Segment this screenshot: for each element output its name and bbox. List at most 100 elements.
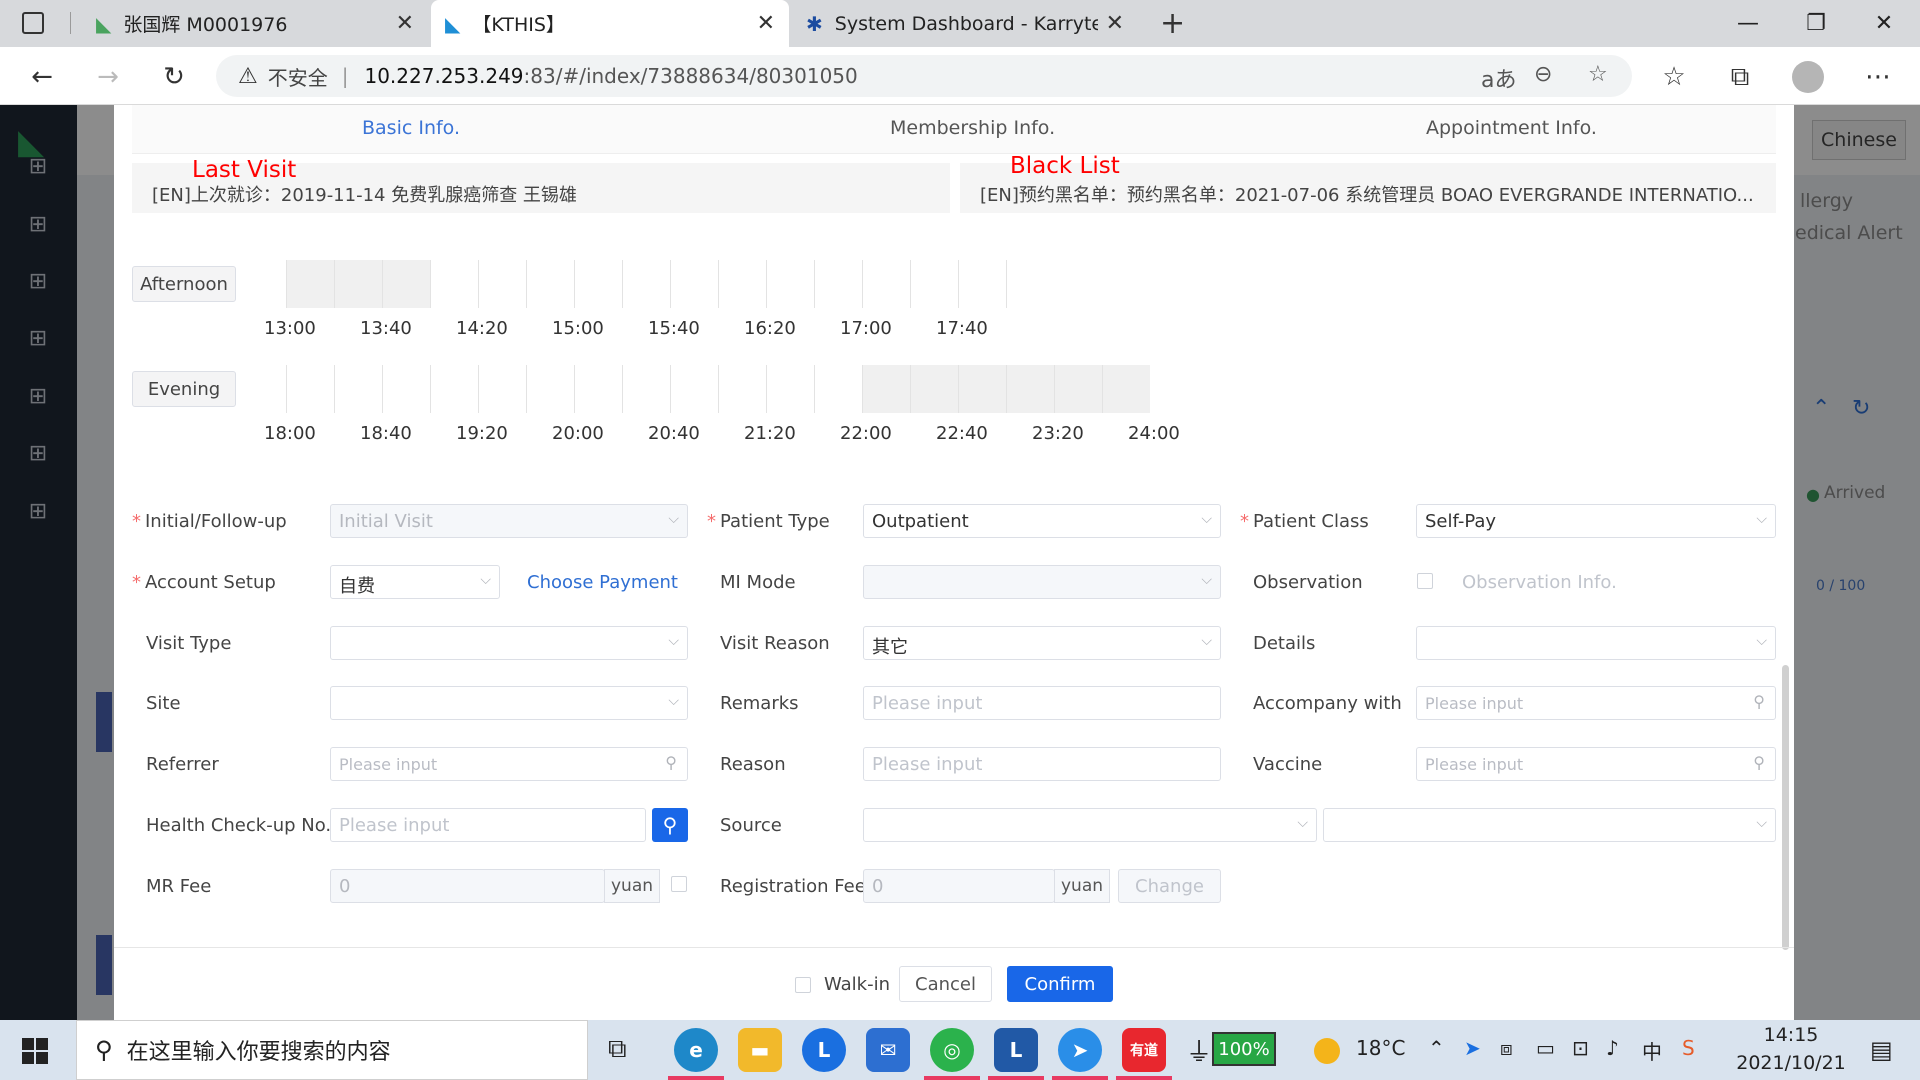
time-slot[interactable] bbox=[1054, 365, 1102, 413]
edge-icon[interactable]: e bbox=[674, 1028, 718, 1072]
walk-in-checkbox[interactable] bbox=[795, 977, 811, 993]
time-slot[interactable] bbox=[766, 260, 814, 308]
mr-fee-checkbox[interactable] bbox=[671, 876, 687, 892]
remarks-input[interactable]: Please input bbox=[863, 686, 1221, 720]
close-tab-icon[interactable]: ✕ bbox=[396, 11, 414, 36]
time-slot[interactable] bbox=[574, 260, 622, 308]
more-icon[interactable]: ⋯ bbox=[1858, 57, 1898, 97]
lync-icon[interactable]: L bbox=[994, 1028, 1038, 1072]
time-slot[interactable] bbox=[910, 260, 958, 308]
time-slot[interactable] bbox=[958, 365, 1006, 413]
confirm-button[interactable]: Confirm bbox=[1007, 966, 1113, 1002]
time-slot[interactable] bbox=[670, 260, 718, 308]
source-select[interactable]: ⌵ bbox=[863, 808, 1317, 842]
vaccine-input[interactable]: Please input ⚲ bbox=[1416, 747, 1776, 781]
time-slot[interactable] bbox=[526, 260, 574, 308]
battery-indicator[interactable]: 100% bbox=[1212, 1032, 1276, 1066]
time-slot[interactable] bbox=[334, 365, 382, 413]
time-slot[interactable] bbox=[430, 365, 478, 413]
zoom-icon[interactable]: ⊖ bbox=[1534, 62, 1552, 87]
time-slot[interactable] bbox=[1006, 365, 1054, 413]
close-tab-icon[interactable]: ✕ bbox=[1106, 11, 1124, 36]
visit-type-select[interactable]: ⌵ bbox=[330, 626, 688, 660]
ime-indicator[interactable]: 中 bbox=[1642, 1036, 1662, 1065]
search-icon[interactable]: ⚲ bbox=[1753, 692, 1765, 711]
time-slot[interactable] bbox=[814, 365, 862, 413]
registration-fee-input[interactable]: 0 bbox=[863, 869, 1055, 903]
favorites-icon[interactable]: ☆ bbox=[1654, 57, 1694, 97]
time-slot[interactable] bbox=[718, 365, 766, 413]
mi-mode-select[interactable]: ⌵ bbox=[863, 565, 1221, 599]
accompany-with-input[interactable]: Please input ⚲ bbox=[1416, 686, 1776, 720]
time-slot[interactable] bbox=[382, 365, 430, 413]
time-slot[interactable] bbox=[430, 260, 478, 308]
lark-icon[interactable]: L bbox=[802, 1028, 846, 1072]
time-slot[interactable] bbox=[718, 260, 766, 308]
time-slot[interactable] bbox=[1102, 365, 1150, 413]
windows-start-icon[interactable] bbox=[22, 1038, 48, 1064]
minimize-icon[interactable]: — bbox=[1714, 0, 1782, 47]
modal-scrollbar[interactable] bbox=[1782, 665, 1789, 950]
youdao-icon[interactable]: 有道 bbox=[1122, 1028, 1166, 1072]
tray-expand-icon[interactable]: ⌃ bbox=[1428, 1036, 1445, 1060]
feishu-tray-icon[interactable]: ➤ bbox=[1464, 1036, 1481, 1060]
referrer-input[interactable]: Please input ⚲ bbox=[330, 747, 688, 781]
initial-followup-select[interactable]: Initial Visit ⌵ bbox=[330, 504, 688, 538]
time-slot[interactable] bbox=[526, 365, 574, 413]
patient-class-select[interactable]: Self-Pay ⌵ bbox=[1416, 504, 1776, 538]
tab-membership-info[interactable]: Membership Info. bbox=[890, 117, 1055, 139]
time-slot[interactable] bbox=[958, 260, 1006, 308]
clock-time[interactable]: 14:15 bbox=[1726, 1024, 1856, 1046]
time-slot[interactable] bbox=[478, 260, 526, 308]
change-fee-button[interactable]: Change bbox=[1118, 869, 1221, 903]
tab-basic-info[interactable]: Basic Info. bbox=[362, 117, 460, 139]
address-bar[interactable]: ⚠ 不安全 | 10.227.253.249 :83/#/index/73888… bbox=[216, 55, 1632, 97]
details-select[interactable]: ⌵ bbox=[1416, 626, 1776, 660]
tab-actions-icon[interactable] bbox=[22, 12, 44, 34]
back-icon[interactable]: ← bbox=[22, 57, 62, 97]
reload-icon[interactable]: ↻ bbox=[154, 57, 194, 97]
reason-input[interactable]: Please input bbox=[863, 747, 1221, 781]
cancel-button[interactable]: Cancel bbox=[899, 966, 992, 1002]
time-slot[interactable] bbox=[574, 365, 622, 413]
browser-tab-kthis[interactable]: ◣ 【KTHIS】 ✕ bbox=[431, 0, 789, 47]
search-icon[interactable]: ⚲ bbox=[1753, 753, 1765, 772]
source-detail-select[interactable]: ⌵ bbox=[1323, 808, 1776, 842]
observation-checkbox[interactable] bbox=[1417, 573, 1433, 589]
time-slot[interactable] bbox=[910, 365, 958, 413]
patient-type-select[interactable]: Outpatient ⌵ bbox=[863, 504, 1221, 538]
health-checkup-search-button[interactable]: ⚲ bbox=[652, 808, 688, 842]
time-slot[interactable] bbox=[286, 365, 334, 413]
weather-temp[interactable]: 18°C bbox=[1356, 1036, 1405, 1060]
time-slot[interactable] bbox=[478, 365, 526, 413]
profile-avatar[interactable] bbox=[1792, 61, 1824, 93]
site-select[interactable]: ⌵ bbox=[330, 686, 688, 720]
browser-tab-dashboard[interactable]: ✱ System Dashboard - Karrytech JI ✕ bbox=[792, 0, 1138, 47]
visit-reason-select[interactable]: 其它 ⌵ bbox=[863, 626, 1221, 660]
screenshot-tray-icon[interactable]: ⧈ bbox=[1500, 1036, 1513, 1060]
time-slot[interactable] bbox=[622, 260, 670, 308]
new-tab-icon[interactable]: + bbox=[1160, 6, 1185, 41]
mail-icon[interactable]: ✉ bbox=[866, 1028, 910, 1072]
time-slot[interactable] bbox=[286, 260, 334, 308]
account-setup-select[interactable]: 自费 ⌵ bbox=[330, 565, 500, 599]
time-slot[interactable] bbox=[622, 365, 670, 413]
task-view-icon[interactable]: ⧉ bbox=[608, 1034, 627, 1065]
wechat-icon[interactable]: ◎ bbox=[930, 1028, 974, 1072]
file-explorer-icon[interactable]: ▬ bbox=[738, 1028, 782, 1072]
close-window-icon[interactable]: ✕ bbox=[1850, 0, 1918, 47]
volume-icon[interactable]: ♪ bbox=[1606, 1036, 1619, 1060]
sogou-icon[interactable]: S bbox=[1682, 1036, 1695, 1060]
device-tray-icon[interactable]: ▭ bbox=[1536, 1036, 1555, 1060]
tab-appointment-info[interactable]: Appointment Info. bbox=[1426, 117, 1597, 139]
time-slot[interactable] bbox=[814, 260, 862, 308]
choose-payment-link[interactable]: Choose Payment bbox=[527, 572, 678, 593]
restore-icon[interactable]: ❐ bbox=[1782, 0, 1850, 47]
time-slot[interactable] bbox=[334, 260, 382, 308]
weather-icon[interactable] bbox=[1314, 1038, 1340, 1064]
time-slot[interactable] bbox=[382, 260, 430, 308]
time-slot[interactable] bbox=[766, 365, 814, 413]
mr-fee-input[interactable]: 0 bbox=[330, 869, 605, 903]
network-icon[interactable]: ⊡ bbox=[1572, 1036, 1589, 1060]
notification-icon[interactable]: ▤ bbox=[1870, 1036, 1893, 1064]
